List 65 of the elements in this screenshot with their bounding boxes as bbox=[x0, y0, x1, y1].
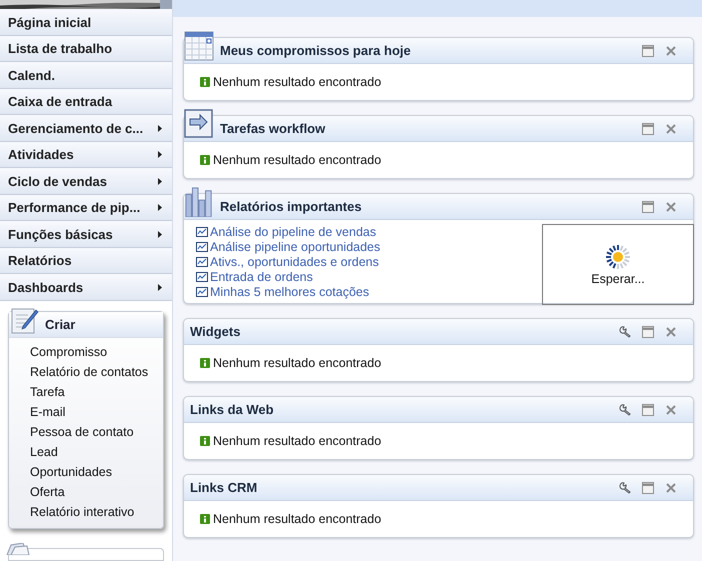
create-title: Criar bbox=[45, 316, 76, 332]
report-link[interactable]: Análise pipeline oportunidades bbox=[210, 240, 380, 254]
wrench-icon[interactable] bbox=[619, 482, 631, 494]
report-chart-icon bbox=[196, 226, 208, 237]
menu-item[interactable]: Funções básicas bbox=[0, 221, 172, 248]
close-icon[interactable] bbox=[665, 482, 677, 494]
minimize-icon[interactable] bbox=[642, 404, 654, 416]
create-link[interactable]: Lead bbox=[30, 442, 163, 462]
create-link[interactable]: Oferta bbox=[30, 482, 163, 502]
notepad-pencil-icon bbox=[11, 306, 39, 334]
menu-item[interactable]: Dashboards bbox=[0, 274, 172, 301]
create-link[interactable]: E-mail bbox=[30, 402, 163, 422]
close-icon[interactable] bbox=[665, 200, 677, 212]
portlet-title: Links CRM bbox=[190, 480, 258, 495]
create-link[interactable]: Oportunidades bbox=[30, 462, 163, 482]
empty-message: Nenhum resultado encontrado bbox=[213, 356, 382, 370]
close-icon[interactable] bbox=[665, 122, 677, 134]
create-link[interactable]: Pessoa de contato bbox=[30, 422, 163, 442]
empty-message: Nenhum resultado encontrado bbox=[213, 153, 382, 167]
report-link[interactable]: Entrada de ordens bbox=[210, 270, 313, 284]
info-icon bbox=[200, 155, 210, 165]
loading-spinner-icon bbox=[605, 244, 631, 270]
portlet-title: Relatórios importantes bbox=[220, 199, 363, 214]
close-icon[interactable] bbox=[665, 326, 677, 338]
menu-item[interactable]: Performance de pip... bbox=[0, 194, 172, 222]
minimize-icon[interactable] bbox=[642, 482, 654, 494]
info-icon bbox=[200, 514, 210, 524]
info-icon bbox=[200, 77, 210, 87]
info-icon bbox=[200, 358, 210, 368]
empty-message: Nenhum resultado encontrado bbox=[213, 434, 382, 448]
create-link[interactable]: Tarefa bbox=[30, 382, 163, 402]
menu-item[interactable]: Relatórios bbox=[0, 248, 172, 274]
menu-item[interactable]: Lista de trabalho bbox=[0, 36, 172, 62]
minimize-icon[interactable] bbox=[642, 200, 654, 212]
report-link[interactable]: Ativs., oportunidades e ordens bbox=[210, 254, 379, 269]
report-chart-icon bbox=[196, 242, 208, 252]
minimize-icon[interactable] bbox=[642, 122, 654, 134]
close-icon[interactable] bbox=[665, 404, 677, 416]
info-icon bbox=[200, 436, 210, 446]
menu-item[interactable]: Ciclo de vendas bbox=[0, 168, 172, 195]
report-link[interactable]: Minhas 5 melhores cotações bbox=[210, 285, 370, 300]
empty-message: Nenhum resultado encontrado bbox=[213, 512, 382, 526]
menu-item[interactable]: Gerenciamento de c... bbox=[0, 115, 172, 142]
create-link[interactable]: Relatório de contatos bbox=[30, 362, 163, 382]
menu-item[interactable]: Caixa de entrada bbox=[0, 88, 172, 116]
menu-item[interactable]: Página inicial bbox=[0, 9, 172, 36]
close-icon[interactable] bbox=[665, 44, 677, 56]
report-link[interactable]: Análise do pipeline de vendas bbox=[210, 224, 376, 239]
portlet-title: Tarefas workflow bbox=[220, 121, 326, 136]
portlet-title: Meus compromissos para hoje bbox=[220, 43, 412, 58]
wrench-icon[interactable] bbox=[619, 326, 631, 338]
create-link[interactable]: Relatório interativo bbox=[30, 502, 163, 522]
wrench-icon[interactable] bbox=[619, 404, 631, 416]
loading-text: Esperar... bbox=[591, 272, 645, 286]
minimize-icon[interactable] bbox=[642, 326, 654, 338]
report-chart-icon bbox=[196, 272, 208, 282]
report-chart-icon bbox=[196, 256, 208, 267]
report-chart-icon bbox=[196, 287, 208, 298]
menu-item[interactable]: Atividades bbox=[0, 142, 172, 168]
portlet-title: Widgets bbox=[190, 324, 242, 339]
menu-item[interactable]: Calend. bbox=[0, 62, 172, 89]
minimize-icon[interactable] bbox=[642, 44, 654, 56]
empty-message: Nenhum resultado encontrado bbox=[213, 75, 382, 89]
portlet-title: Links da Web bbox=[190, 402, 275, 417]
create-link[interactable]: Compromisso bbox=[30, 342, 163, 362]
